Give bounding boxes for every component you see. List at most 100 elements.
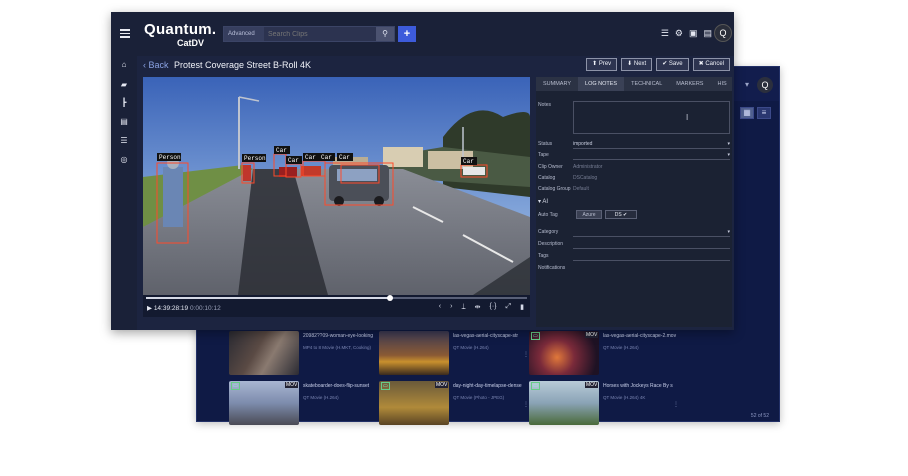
detection-label: Person <box>244 155 266 162</box>
list-item[interactable]: ▭ MOV Horses with Jockeys Race By s QT M… <box>529 381 679 425</box>
step-back-icon[interactable]: ‹ <box>439 303 441 311</box>
mark-in-icon[interactable]: ⍊ <box>461 303 465 311</box>
car <box>301 166 321 176</box>
tape-field[interactable] <box>573 159 730 160</box>
chevron-down-icon[interactable]: ▾ <box>727 152 730 158</box>
prev-button[interactable]: ⬆ Prev <box>586 58 618 71</box>
gear-icon[interactable]: ⚙ <box>675 28 683 39</box>
list-icon[interactable]: ☰ <box>119 136 129 146</box>
cancel-button[interactable]: ✖ Cancel <box>692 58 730 71</box>
tab-history[interactable]: HIS <box>710 77 733 91</box>
document-icon[interactable]: ▤ <box>119 117 129 127</box>
result-count: 52 of 52 <box>750 413 769 419</box>
video-player[interactable]: Person Person Car Car Car Car Car Car <box>143 77 530 295</box>
step-forward-icon[interactable]: › <box>450 303 452 311</box>
list-icon[interactable]: ☰ <box>661 28 669 39</box>
list-item[interactable]: 20982??09-woman-eye-looking MP4 to 8 Mov… <box>229 331 379 375</box>
chat-icon[interactable]: ▤ <box>703 28 712 39</box>
next-label: Next <box>633 61 647 67</box>
logo-sub: CatDV <box>177 38 205 48</box>
add-button[interactable]: + <box>398 26 416 42</box>
detection-label: Car <box>288 157 299 164</box>
ai-section-toggle[interactable]: ▾ AI <box>538 198 548 205</box>
app-header: Quantum. CatDV Advanced ⚲ + ☰ ⚙ ▣ ▤ Q <box>111 12 734 56</box>
fullscreen-icon[interactable]: ⤢ <box>506 303 512 311</box>
clip-type-icon: ▭ <box>531 332 540 340</box>
hierarchy-icon[interactable]: ┣ <box>119 98 129 108</box>
detection-label: Car <box>305 154 316 161</box>
owner-label: Clip Owner <box>538 164 563 170</box>
azure-tag-button[interactable]: Azure <box>576 210 602 219</box>
search-input[interactable] <box>268 27 376 41</box>
person <box>163 167 183 227</box>
tags-field[interactable] <box>573 260 730 261</box>
tab-summary[interactable]: SUMMARY <box>536 77 578 91</box>
scrubber[interactable] <box>146 295 527 301</box>
catalog-group-value: Default <box>573 186 589 192</box>
notes-label: Notes <box>538 102 552 108</box>
category-field[interactable] <box>573 236 730 237</box>
list-view-icon[interactable]: ≡ <box>757 107 771 119</box>
thumbnail-title: las-vegas-aerial-cityscape-2.mov <box>603 333 677 339</box>
catalog-label: Catalog <box>538 175 556 181</box>
thumbnail-subtitle: QT Movie (H.264) <box>303 395 339 400</box>
list-item[interactable]: ▭ MOV skateboarder-does-flip-sunset QT M… <box>229 381 379 425</box>
scrubber-handle[interactable] <box>386 295 393 301</box>
ai-section-label: AI <box>542 199 549 205</box>
back-label: Back <box>148 60 169 70</box>
tab-technical[interactable]: TECHNICAL <box>624 77 669 91</box>
status-value[interactable]: imported <box>573 141 592 147</box>
bag-icon[interactable]: ▰ <box>119 80 129 90</box>
save-button[interactable]: ✔ Save <box>656 58 689 71</box>
back-link[interactable]: ‹ Back <box>143 60 169 70</box>
clip-action-buttons: ⬆ Prev ⬇ Next ✔ Save ✖ Cancel <box>586 58 730 71</box>
description-field[interactable] <box>573 248 730 249</box>
mark-out-icon[interactable]: ⇹ <box>475 303 481 311</box>
chevron-down-icon[interactable]: ▾ <box>745 80 749 89</box>
list-item[interactable]: ▭ MOV las-vegas-aerial-cityscape-2.mov Q… <box>529 331 679 375</box>
brackets-icon[interactable]: {·} <box>490 303 497 311</box>
avatar[interactable]: Q <box>757 77 773 93</box>
video-frame: Person Person Car Car Car Car Car Car <box>143 77 530 295</box>
thumbnail-subtitle: MP4 to 8 Movie (H.MKT, Cooking) <box>303 345 372 350</box>
menu-icon[interactable] <box>120 29 130 38</box>
search-bar: Advanced ⚲ <box>223 26 395 42</box>
save-label: Save <box>668 61 683 67</box>
user-card-icon[interactable]: ▣ <box>689 28 698 39</box>
more-icon[interactable]: ⋮ <box>673 401 679 408</box>
suv-window <box>337 169 377 181</box>
ds-tag-button[interactable]: DS ✔ <box>605 210 637 219</box>
thumbnail-image <box>229 331 299 375</box>
prev-label: Prev <box>598 61 612 67</box>
chevron-down-icon[interactable]: ▾ <box>727 141 730 147</box>
owner-value: Administrator <box>573 164 603 170</box>
avatar[interactable]: Q <box>714 24 732 42</box>
grid-view-icon[interactable]: ▦ <box>740 107 754 119</box>
description-label: Description <box>538 241 564 247</box>
home-icon[interactable]: ⌂ <box>119 60 129 70</box>
chevron-down-icon[interactable]: ▾ <box>727 229 730 235</box>
audio-levels-icon[interactable]: ▮ <box>520 303 524 311</box>
list-item[interactable]: las-vegas-aerial-cityscape-str QT Movie … <box>379 331 529 375</box>
advanced-search-button[interactable]: Advanced <box>224 27 264 41</box>
clip-type-icon: ▭ <box>231 382 240 390</box>
tab-markers[interactable]: MARKERS <box>669 77 710 91</box>
building <box>383 147 423 167</box>
thumbnail-title: day-night-day-timelapse-dense <box>453 383 522 389</box>
clip-detail-window: Quantum. CatDV Advanced ⚲ + ☰ ⚙ ▣ ▤ Q ⌂ … <box>111 12 734 330</box>
screen: ▾ Q ▦ ≡ 20982??09-woman-eye-looking MP4 … <box>0 0 908 476</box>
tab-log-notes[interactable]: LOG NOTES <box>578 77 625 91</box>
metadata-panel: SUMMARY LOG NOTES TECHNICAL MARKERS HIS … <box>536 77 732 327</box>
next-button[interactable]: ⬇ Next <box>621 58 653 71</box>
list-item[interactable]: ▭ MOV day-night-day-timelapse-dense QT M… <box>379 381 529 425</box>
page-title: Protest Coverage Street B-Roll 4K <box>174 60 312 70</box>
target-icon[interactable]: ◎ <box>119 155 129 165</box>
thumbnail-title: skateboarder-does-flip-sunset <box>303 383 370 389</box>
app-logo: Quantum. CatDV <box>144 21 216 48</box>
sidebar: ⌂ ▰ ┣ ▤ ☰ ◎ <box>111 56 137 330</box>
notes-field[interactable]: I <box>573 101 730 134</box>
catalog-value: DSCatalog <box>573 175 598 181</box>
detection-label: Person <box>159 154 181 161</box>
search-icon[interactable]: ⚲ <box>376 27 394 41</box>
catalog-group-label: Catalog Group <box>538 186 571 192</box>
